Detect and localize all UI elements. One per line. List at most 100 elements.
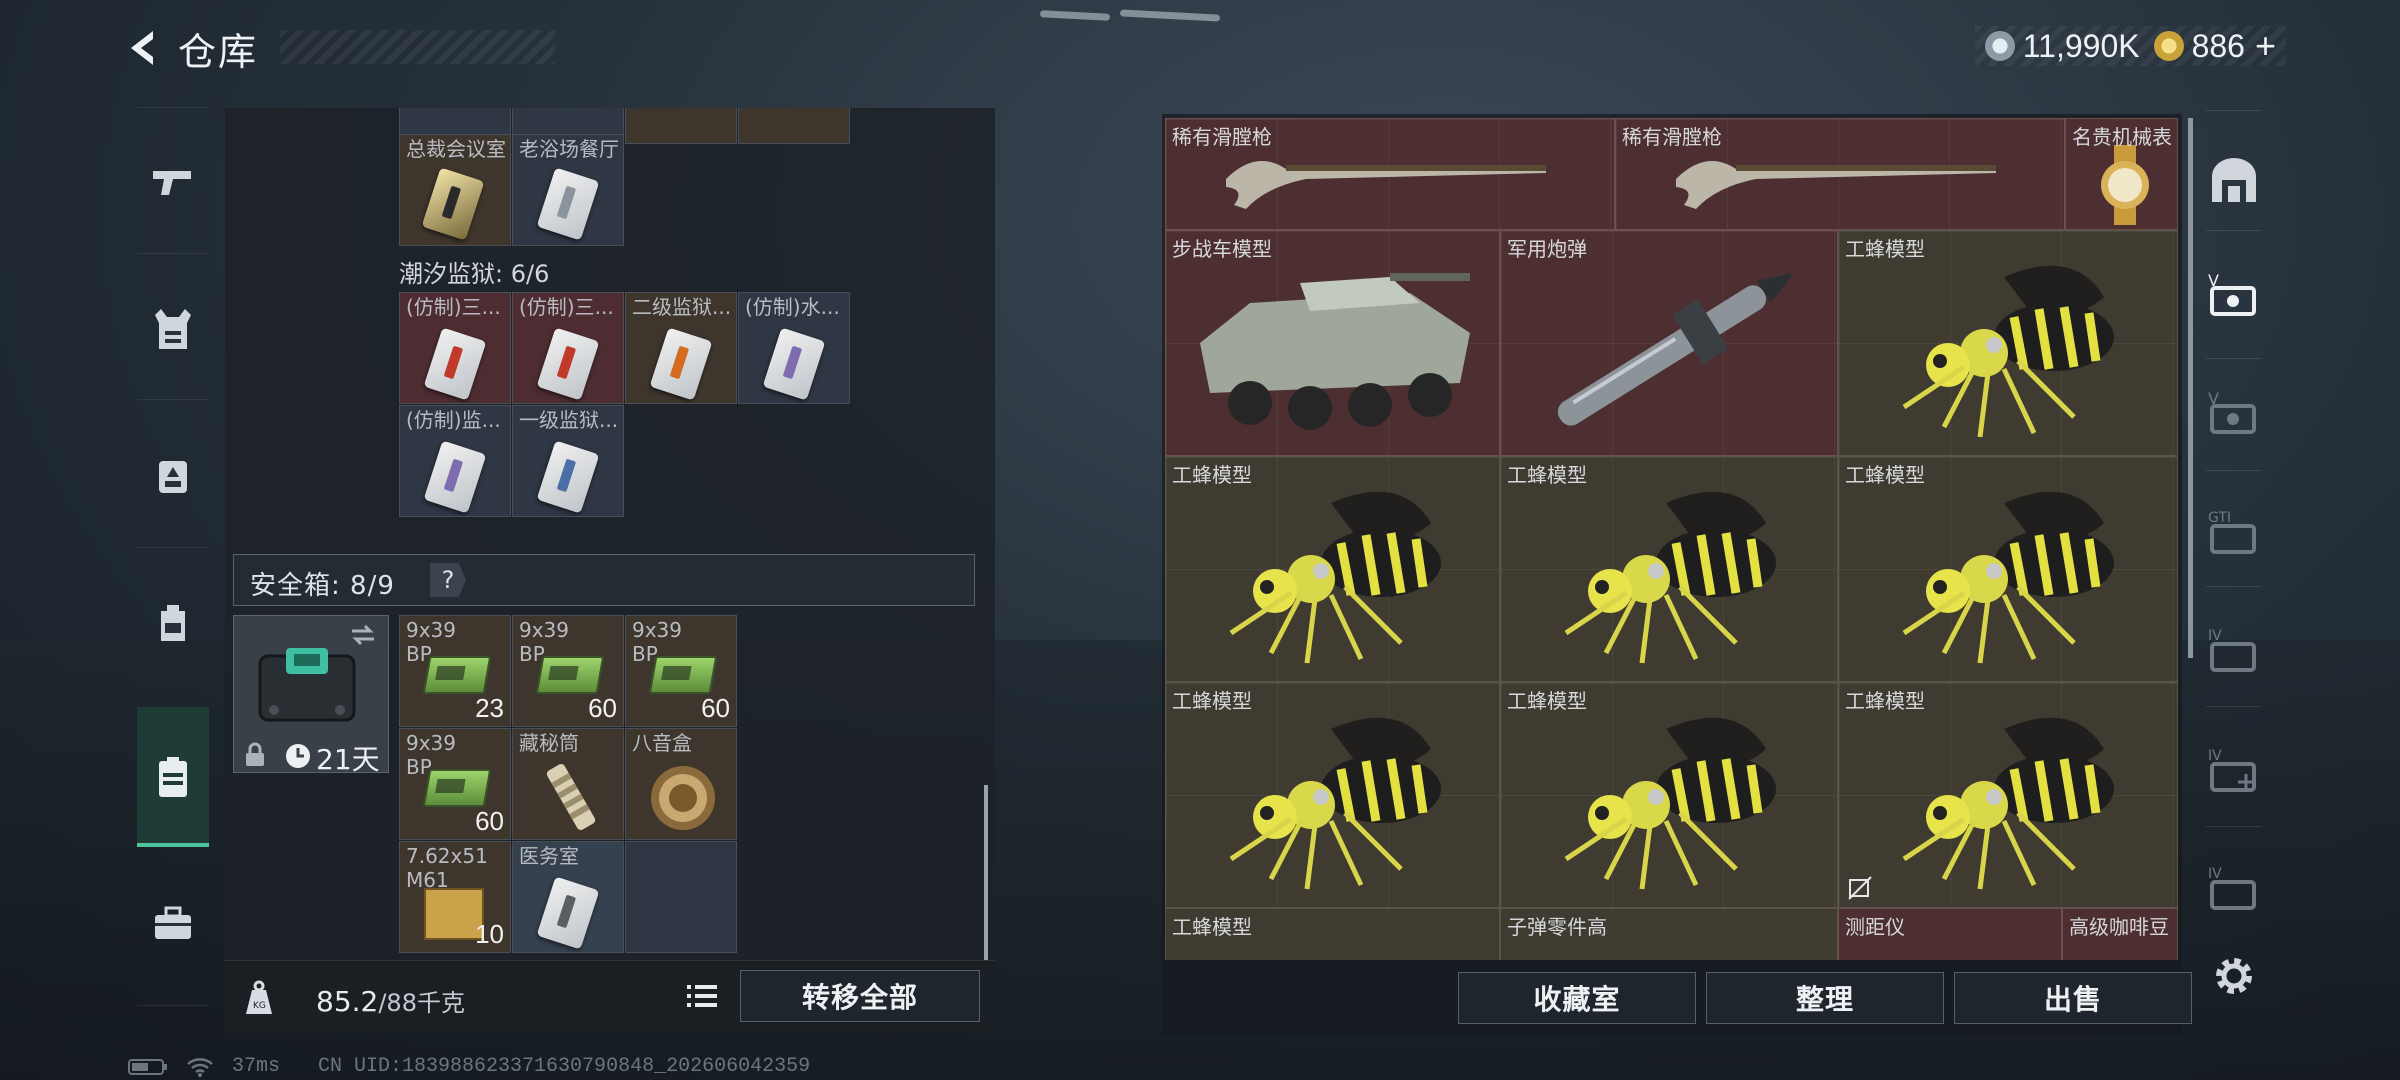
ammo-box-icon — [422, 769, 492, 807]
watch-icon — [2101, 145, 2149, 225]
item-name: 藏秘筒 — [519, 731, 579, 755]
svg-text:IV: IV — [2208, 866, 2222, 882]
inventory-cell[interactable]: 老浴场餐厅 — [512, 134, 624, 246]
item-name: (仿制)三... — [519, 295, 614, 319]
chest-rig-icon — [159, 461, 187, 493]
worker-bee-model-icon — [1902, 491, 2114, 664]
item-name: 工蜂模型 — [1507, 689, 1587, 713]
inventory-cell[interactable]: (仿制)三... — [399, 292, 511, 404]
stash-item[interactable]: 稀有滑膛枪 — [1615, 118, 2065, 230]
sort-button[interactable]: 整理 — [1706, 972, 1944, 1024]
inventory-cell[interactable]: 9x39 BP 23 — [399, 615, 511, 727]
settings-button[interactable] — [2202, 944, 2266, 1008]
worker-bee-model-icon — [1564, 717, 1776, 890]
keycard-purple-icon — [762, 327, 826, 401]
back-button[interactable] — [120, 24, 168, 72]
inventory-cell[interactable]: 7.62x51 M61 10 — [399, 841, 511, 953]
stash-item[interactable]: 稀有滑膛枪 — [1165, 118, 1615, 230]
header-stripe — [280, 30, 555, 64]
inventory-cell[interactable]: (仿制)监... — [399, 405, 511, 517]
loadout-scrollbar[interactable] — [984, 785, 988, 960]
stash-tab-home[interactable] — [2202, 148, 2266, 212]
stash-item[interactable]: 工蜂模型 — [1500, 456, 1838, 682]
nav-backpack[interactable] — [137, 587, 209, 659]
gun-icon — [153, 171, 191, 195]
item-name: 工蜂模型 — [1172, 915, 1252, 939]
add-currency-button[interactable]: + — [2255, 25, 2276, 67]
inventory-cell[interactable]: 总裁会议室 — [399, 134, 511, 246]
nav-chest-rig[interactable] — [137, 439, 209, 511]
currency-gold-value: 886 — [2191, 27, 2245, 64]
item-name: 步战车模型 — [1172, 237, 1272, 261]
weight-icon: KG — [246, 980, 272, 1014]
swap-icon[interactable] — [348, 622, 378, 648]
ceiling-light — [1039, 10, 1111, 21]
stash-iv-add-icon: IV — [2208, 748, 2256, 792]
inventory-cell[interactable]: 二级监狱... — [625, 292, 737, 404]
case-icon — [159, 757, 187, 797]
sell-button[interactable]: 出售 — [1954, 972, 2192, 1024]
item-name: 工蜂模型 — [1845, 463, 1925, 487]
stash-item[interactable]: 工蜂模型 — [1500, 682, 1838, 908]
weight-readout: 85.2/88千克 — [316, 985, 465, 1018]
worker-bee-model-icon — [1229, 491, 1441, 664]
item-name: 测距仪 — [1845, 915, 1905, 939]
stash-item[interactable]: 军用炮弹 — [1500, 230, 1838, 456]
stash-item[interactable]: 工蜂模型 — [1838, 230, 2178, 456]
item-name: 高级咖啡豆 — [2069, 915, 2169, 939]
stash-item[interactable]: 工蜂模型 — [1165, 682, 1500, 908]
stash-tab-v2[interactable]: V — [2202, 380, 2266, 444]
stash-item[interactable]: 工蜂模型 — [1838, 456, 2178, 682]
stash-item[interactable]: 名贵机械表 — [2065, 118, 2178, 230]
stash-item[interactable]: 工蜂模型 — [1165, 456, 1500, 682]
stash-tab-v-active[interactable]: V — [2202, 262, 2266, 326]
nav-case[interactable] — [137, 741, 209, 813]
ammo-box-icon — [535, 656, 605, 694]
stash-item[interactable]: 工蜂模型 — [1165, 908, 1500, 960]
stash-item[interactable]: 测距仪 — [1838, 908, 2062, 960]
item-name: 老浴场餐厅 — [519, 137, 619, 161]
stash-tab-iv-add[interactable]: IV — [2202, 738, 2266, 802]
nav-weapon[interactable] — [137, 145, 209, 217]
collection-room-button[interactable]: 收藏室 — [1458, 972, 1696, 1024]
inventory-cell[interactable]: 一级监狱... — [512, 405, 624, 517]
music-box-icon — [651, 766, 715, 830]
svg-text:IV: IV — [2208, 628, 2222, 644]
safe-box-container[interactable]: 21天 — [233, 615, 389, 776]
help-button[interactable]: ? — [430, 563, 466, 597]
stash-tab-iv[interactable]: IV — [2202, 618, 2266, 682]
item-name: 军用炮弹 — [1507, 237, 1587, 261]
item-name: 工蜂模型 — [1845, 237, 1925, 261]
coin-silver-icon — [1984, 31, 2015, 61]
stash-item[interactable]: 子弹零件高 — [1500, 908, 1838, 960]
transfer-all-button[interactable]: 转移全部 — [740, 970, 980, 1022]
settings-icon — [2216, 958, 2252, 994]
inventory-cell[interactable] — [738, 108, 850, 144]
item-name: 工蜂模型 — [1507, 463, 1587, 487]
list-view-button[interactable] — [678, 972, 726, 1020]
inventory-cell[interactable]: 医务室 — [512, 841, 624, 953]
nav-armor[interactable] — [137, 293, 209, 365]
svg-text:KG: KG — [253, 1001, 266, 1011]
stash-iv-3-icon: IV — [2208, 866, 2256, 910]
inventory-cell[interactable] — [625, 108, 737, 144]
inventory-cell[interactable]: 八音盒 — [625, 728, 737, 840]
stash-tab-iv-3[interactable]: IV — [2202, 856, 2266, 920]
inventory-cell[interactable]: (仿制)三... — [512, 292, 624, 404]
inventory-cell[interactable]: (仿制)水... — [738, 292, 850, 404]
inventory-cell[interactable]: 9x39 BP 60 — [625, 615, 737, 727]
status-bar: 37ms CN UID:1839886233716307908​48_20260… — [128, 1055, 810, 1078]
left-nav — [127, 107, 219, 1007]
clock-icon — [286, 744, 310, 768]
inventory-cell[interactable]: 9x39 BP 60 — [399, 728, 511, 840]
armor-vest-icon — [155, 309, 191, 349]
nav-toolbox[interactable] — [137, 887, 209, 959]
stash-item[interactable]: 工蜂模型 — [1838, 682, 2178, 908]
inventory-cell-empty[interactable] — [625, 841, 737, 953]
inventory-cell[interactable]: 藏秘筒 — [512, 728, 624, 840]
stash-item[interactable]: 步战车模型 — [1165, 230, 1500, 456]
stash-tab-gti[interactable]: GTI — [2202, 500, 2266, 564]
stash-item[interactable]: 高级咖啡豆 — [2062, 908, 2178, 960]
ammo-box-icon — [422, 656, 492, 694]
inventory-cell[interactable]: 9x39 BP 60 — [512, 615, 624, 727]
